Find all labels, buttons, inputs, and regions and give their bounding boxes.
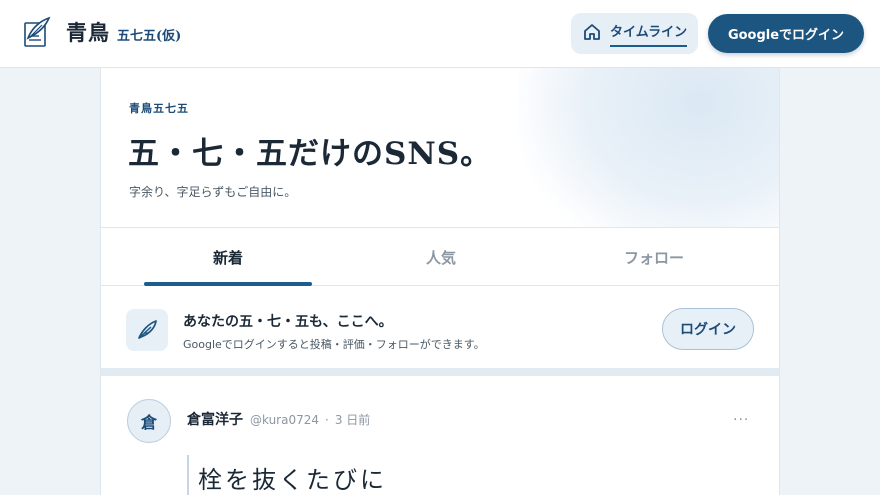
prompt-subtitle: Googleでログインすると投稿・評価・フォローができます。 <box>183 338 485 351</box>
brand[interactable]: 青鳥 五七五(仮) <box>20 16 181 48</box>
post-timestamp: 3 日前 <box>334 413 371 427</box>
prompt-title: あなたの五・七・五も、ここへ。 <box>183 314 393 330</box>
tab-following[interactable]: フォロー <box>570 228 738 286</box>
quill-document-icon <box>20 16 52 48</box>
home-icon <box>583 23 601 45</box>
brand-subtitle: 五七五(仮) <box>117 28 182 44</box>
post-meta: 倉富洋子 @kura0724 · 3 日前 <box>187 409 370 429</box>
login-button[interactable]: ログイン <box>662 308 754 350</box>
post-author-name[interactable]: 倉富洋子 <box>187 409 243 429</box>
hero-decoration <box>519 68 779 227</box>
hero-section: 青鳥五七五 五・七・五だけのSNS。 字余り、字足らずもご自由に。 <box>101 68 779 228</box>
google-login-button[interactable]: Googleでログイン <box>708 14 864 53</box>
hero-eyebrow: 青鳥五七五 <box>129 102 189 115</box>
post-item: 倉 倉富洋子 @kura0724 · 3 日前 ··· 栓を抜くたびに <box>101 376 779 495</box>
meta-separator: · <box>325 413 329 427</box>
hero-title: 五・七・五だけのSNS。 <box>128 136 493 172</box>
timeline-label: タイムライン <box>610 24 688 47</box>
post-author-handle: @kura0724 <box>250 413 320 427</box>
login-prompt: あなたの五・七・五も、ここへ。 Googleでログインすると投稿・評価・フォロー… <box>101 286 779 376</box>
tab-new[interactable]: 新着 <box>144 228 312 286</box>
tab-popular[interactable]: 人気 <box>357 228 525 286</box>
feed-tabs: 新着 人気 フォロー <box>101 228 779 286</box>
hero-subtitle: 字余り、字足らずもご自由に。 <box>129 185 297 199</box>
brand-title: 青鳥 <box>66 20 110 45</box>
main-card: 青鳥五七五 五・七・五だけのSNS。 字余り、字足らずもご自由に。 新着 人気 … <box>100 68 780 495</box>
app-header: 青鳥 五七五(仮) タイムライン Googleでログイン <box>0 0 880 68</box>
feather-icon <box>126 309 168 351</box>
timeline-button[interactable]: タイムライン <box>571 13 698 54</box>
avatar[interactable]: 倉 <box>127 399 171 443</box>
more-options-icon[interactable]: ··· <box>733 412 749 428</box>
post-body: 栓を抜くたびに <box>187 455 387 495</box>
